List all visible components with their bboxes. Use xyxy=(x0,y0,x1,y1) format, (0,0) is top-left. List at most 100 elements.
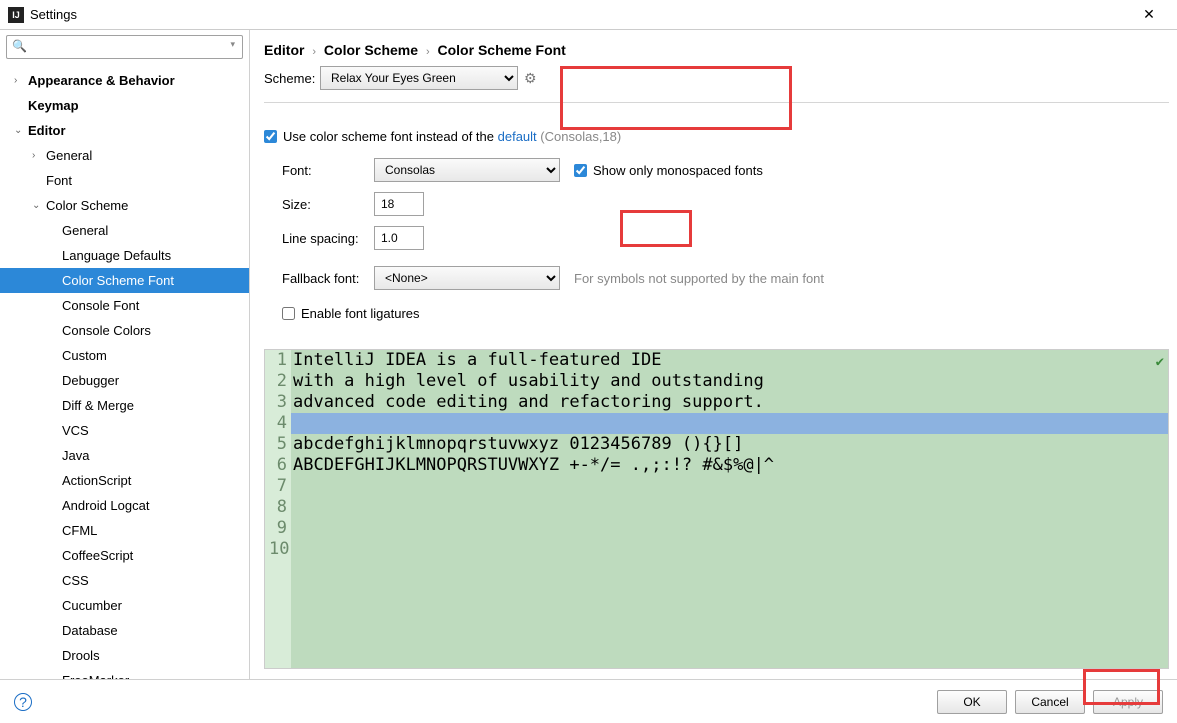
check-icon: ✔ xyxy=(1156,352,1164,373)
ligatures-label: Enable font ligatures xyxy=(301,306,420,321)
preview-code[interactable]: IntelliJ IDEA is a full-featured IDEwith… xyxy=(291,350,1168,668)
gear-icon[interactable]: ⚙ xyxy=(524,70,537,87)
tree-item-label: Console Colors xyxy=(62,323,151,338)
tree-item[interactable]: ⌄Color Scheme xyxy=(0,193,249,218)
use-scheme-font-checkbox[interactable] xyxy=(264,130,277,143)
chevron-icon: ⌄ xyxy=(32,200,46,211)
tree-item-label: Debugger xyxy=(62,373,119,388)
tree-item-label: General xyxy=(62,223,108,238)
breadcrumb-part[interactable]: Editor xyxy=(264,42,304,58)
tree-item[interactable]: Java xyxy=(0,443,249,468)
settings-tree[interactable]: ›Appearance & BehaviorKeymap⌄Editor›Gene… xyxy=(0,64,249,723)
chevron-icon: › xyxy=(14,75,28,86)
tree-item[interactable]: CSS xyxy=(0,568,249,593)
tree-item-label: Database xyxy=(62,623,118,638)
tree-item-label: Color Scheme xyxy=(46,198,128,213)
show-mono-label: Show only monospaced fonts xyxy=(593,163,763,178)
apply-button[interactable]: Apply xyxy=(1093,690,1163,714)
preview-line: with a high level of usability and outst… xyxy=(291,371,1168,392)
tree-item-label: Keymap xyxy=(28,98,79,113)
preview-line: abcdefghijklmnopqrstuvwxyz 0123456789 ()… xyxy=(291,434,1168,455)
tree-item[interactable]: Debugger xyxy=(0,368,249,393)
tree-item-label: Java xyxy=(62,448,89,463)
fallback-hint: For symbols not supported by the main fo… xyxy=(574,271,824,286)
sidebar: 🔍 ▾ ›Appearance & BehaviorKeymap⌄Editor›… xyxy=(0,30,250,723)
breadcrumb-part[interactable]: Color Scheme xyxy=(324,42,418,58)
tree-item[interactable]: ⌄Editor xyxy=(0,118,249,143)
preview-gutter: 12345678910 xyxy=(265,350,291,668)
window-title: Settings xyxy=(30,7,1129,22)
preview-line: advanced code editing and refactoring su… xyxy=(291,392,1168,413)
tree-item[interactable]: Drools xyxy=(0,643,249,668)
tree-item[interactable]: ActionScript xyxy=(0,468,249,493)
tree-item[interactable]: Android Logcat xyxy=(0,493,249,518)
preview-line xyxy=(291,539,1168,560)
tree-item[interactable]: Database xyxy=(0,618,249,643)
line-spacing-input[interactable] xyxy=(374,226,424,250)
dialog-footer: ? OK Cancel Apply xyxy=(0,679,1177,723)
ligatures-checkbox[interactable] xyxy=(282,307,295,320)
chevron-icon: ⌄ xyxy=(14,125,28,136)
font-label: Font: xyxy=(282,163,374,178)
tree-item-label: CSS xyxy=(62,573,89,588)
line-spacing-label: Line spacing: xyxy=(282,231,374,246)
preview-line: IntelliJ IDEA is a full-featured IDE xyxy=(291,350,1168,371)
tree-item-label: CFML xyxy=(62,523,97,538)
preview-line: ABCDEFGHIJKLMNOPQRSTUVWXYZ +-*/= .,;:!? … xyxy=(291,455,1168,476)
tree-item[interactable]: Console Colors xyxy=(0,318,249,343)
tree-item[interactable]: Font xyxy=(0,168,249,193)
fallback-font-label: Fallback font: xyxy=(282,271,374,286)
tree-item[interactable]: Console Font xyxy=(0,293,249,318)
size-input[interactable] xyxy=(374,192,424,216)
font-select[interactable]: Consolas xyxy=(374,158,560,182)
default-link[interactable]: default xyxy=(498,129,537,144)
cancel-button[interactable]: Cancel xyxy=(1015,690,1085,714)
tree-item-label: Font xyxy=(46,173,72,188)
tree-item[interactable]: CFML xyxy=(0,518,249,543)
tree-item-label: Language Defaults xyxy=(62,248,171,263)
tree-item[interactable]: General xyxy=(0,218,249,243)
tree-item[interactable]: Keymap xyxy=(0,93,249,118)
content-pane: Editor › Color Scheme › Color Scheme Fon… xyxy=(250,30,1177,723)
preview-line xyxy=(291,476,1168,497)
tree-item[interactable]: CoffeeScript xyxy=(0,543,249,568)
tree-item[interactable]: ›Appearance & Behavior xyxy=(0,68,249,93)
chevron-right-icon: › xyxy=(308,46,320,58)
tree-item-label: Custom xyxy=(62,348,107,363)
tree-item[interactable]: Language Defaults xyxy=(0,243,249,268)
tree-item[interactable]: Color Scheme Font xyxy=(0,268,249,293)
tree-item-label: Color Scheme Font xyxy=(62,273,174,288)
breadcrumb-part: Color Scheme Font xyxy=(438,42,566,58)
show-mono-checkbox[interactable] xyxy=(574,164,587,177)
font-preview: 12345678910 IntelliJ IDEA is a full-feat… xyxy=(264,349,1169,669)
close-icon[interactable]: ✕ xyxy=(1129,6,1169,23)
preview-line xyxy=(291,413,1168,434)
chevron-icon: › xyxy=(32,150,46,161)
tree-item[interactable]: VCS xyxy=(0,418,249,443)
tree-item-label: Cucumber xyxy=(62,598,122,613)
app-icon: IJ xyxy=(8,7,24,23)
tree-item[interactable]: Cucumber xyxy=(0,593,249,618)
tree-item-label: VCS xyxy=(62,423,89,438)
tree-item-label: Android Logcat xyxy=(62,498,149,513)
tree-item-label: Console Font xyxy=(62,298,139,313)
preview-line xyxy=(291,518,1168,539)
ok-button[interactable]: OK xyxy=(937,690,1007,714)
breadcrumb: Editor › Color Scheme › Color Scheme Fon… xyxy=(264,40,1169,66)
tree-item-label: General xyxy=(46,148,92,163)
scheme-label: Scheme: xyxy=(264,71,320,86)
titlebar: IJ Settings ✕ xyxy=(0,0,1177,30)
tree-item-label: ActionScript xyxy=(62,473,131,488)
fallback-font-select[interactable]: <None> xyxy=(374,266,560,290)
tree-item[interactable]: Custom xyxy=(0,343,249,368)
help-icon[interactable]: ? xyxy=(14,693,32,711)
tree-item-label: Diff & Merge xyxy=(62,398,134,413)
scheme-select[interactable]: Relax Your Eyes Green xyxy=(320,66,518,90)
tree-item[interactable]: Diff & Merge xyxy=(0,393,249,418)
preview-line xyxy=(291,497,1168,518)
tree-item-label: Editor xyxy=(28,123,66,138)
tree-item-label: Appearance & Behavior xyxy=(28,73,175,88)
tree-item[interactable]: ›General xyxy=(0,143,249,168)
use-scheme-font-label: Use color scheme font instead of the def… xyxy=(283,129,621,144)
search-input[interactable] xyxy=(6,35,243,59)
